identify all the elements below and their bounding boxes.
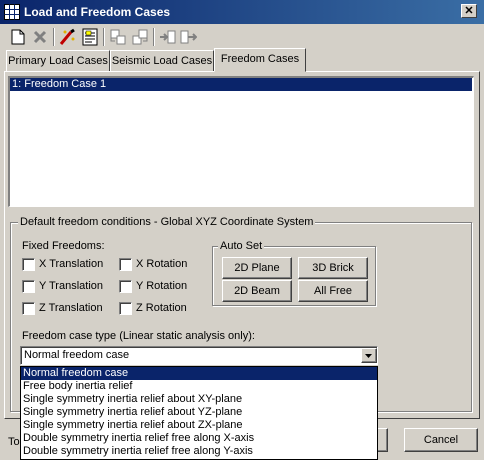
case-type-value: Normal freedom case	[24, 349, 130, 361]
z-rotation-checkbox[interactable]	[119, 302, 132, 315]
grid-app-icon	[4, 4, 20, 20]
copy-from-icon[interactable]	[108, 27, 128, 47]
toolbar-separator	[103, 28, 105, 46]
default-freedom-group-title: Default freedom conditions - Global XYZ …	[18, 216, 316, 228]
y-rotation-label: Y Rotation	[136, 280, 188, 292]
dropdown-option[interactable]: Single symmetry inertia relief about ZX-…	[21, 419, 377, 432]
list-item[interactable]: 1: Freedom Case 1	[10, 78, 472, 91]
properties-icon[interactable]	[80, 27, 100, 47]
dropdown-option[interactable]: Double symmetry inertia relief free alon…	[21, 445, 377, 458]
new-icon[interactable]	[8, 27, 28, 47]
dropdown-button[interactable]	[361, 348, 377, 363]
chevron-down-icon	[365, 354, 372, 358]
cancel-button[interactable]: Cancel	[404, 428, 478, 452]
dropdown-option[interactable]: Normal freedom case	[21, 367, 377, 380]
export-icon[interactable]	[178, 27, 198, 47]
import-icon[interactable]	[158, 27, 178, 47]
y-translation-label: Y Translation	[39, 280, 104, 292]
z-translation-label: Z Translation	[39, 302, 103, 314]
3d-brick-button[interactable]: 3D Brick	[298, 257, 368, 279]
x-translation-checkbox[interactable]	[22, 258, 35, 271]
tab-label: Freedom Cases	[220, 53, 300, 65]
tab-label: Primary Load Cases	[8, 55, 108, 67]
dropdown-option[interactable]: Single symmetry inertia relief about YZ-…	[21, 406, 377, 419]
x-rotation-checkbox[interactable]	[119, 258, 132, 271]
auto-set-title: Auto Set	[218, 240, 265, 252]
fixed-freedoms-label: Fixed Freedoms:	[22, 240, 105, 252]
close-icon: ✕	[464, 5, 474, 17]
window-title: Load and Freedom Cases	[24, 5, 171, 19]
dropdown-option[interactable]: Single symmetry inertia relief about XY-…	[21, 393, 377, 406]
dropdown-option[interactable]: Free body inertia relief	[21, 380, 377, 393]
close-button[interactable]: ✕	[461, 4, 477, 18]
z-translation-checkbox[interactable]	[22, 302, 35, 315]
copy-to-icon[interactable]	[130, 27, 150, 47]
toolbar-separator	[153, 28, 155, 46]
tab-label: Seismic Load Cases	[111, 55, 213, 67]
delete-icon[interactable]	[30, 27, 50, 47]
y-rotation-checkbox[interactable]	[119, 280, 132, 293]
edit-icon[interactable]	[58, 27, 78, 47]
x-translation-label: X Translation	[39, 258, 104, 270]
y-translation-checkbox[interactable]	[22, 280, 35, 293]
all-free-button[interactable]: All Free	[298, 280, 368, 302]
tab-primary-load-cases[interactable]: Primary Load Cases	[6, 50, 110, 71]
x-rotation-label: X Rotation	[136, 258, 188, 270]
2d-beam-button[interactable]: 2D Beam	[222, 280, 292, 302]
tab-freedom-cases[interactable]: Freedom Cases	[214, 48, 306, 72]
z-rotation-label: Z Rotation	[136, 302, 187, 314]
toolbar-separator	[53, 28, 55, 46]
tab-seismic-load-cases[interactable]: Seismic Load Cases	[110, 50, 214, 71]
2d-plane-button[interactable]: 2D Plane	[222, 257, 292, 279]
case-type-label: Freedom case type (Linear static analysi…	[22, 330, 255, 342]
dropdown-option[interactable]: Double symmetry inertia relief free alon…	[21, 432, 377, 445]
footer-partial-label: To	[8, 436, 20, 448]
freedom-case-list[interactable]	[8, 76, 474, 207]
